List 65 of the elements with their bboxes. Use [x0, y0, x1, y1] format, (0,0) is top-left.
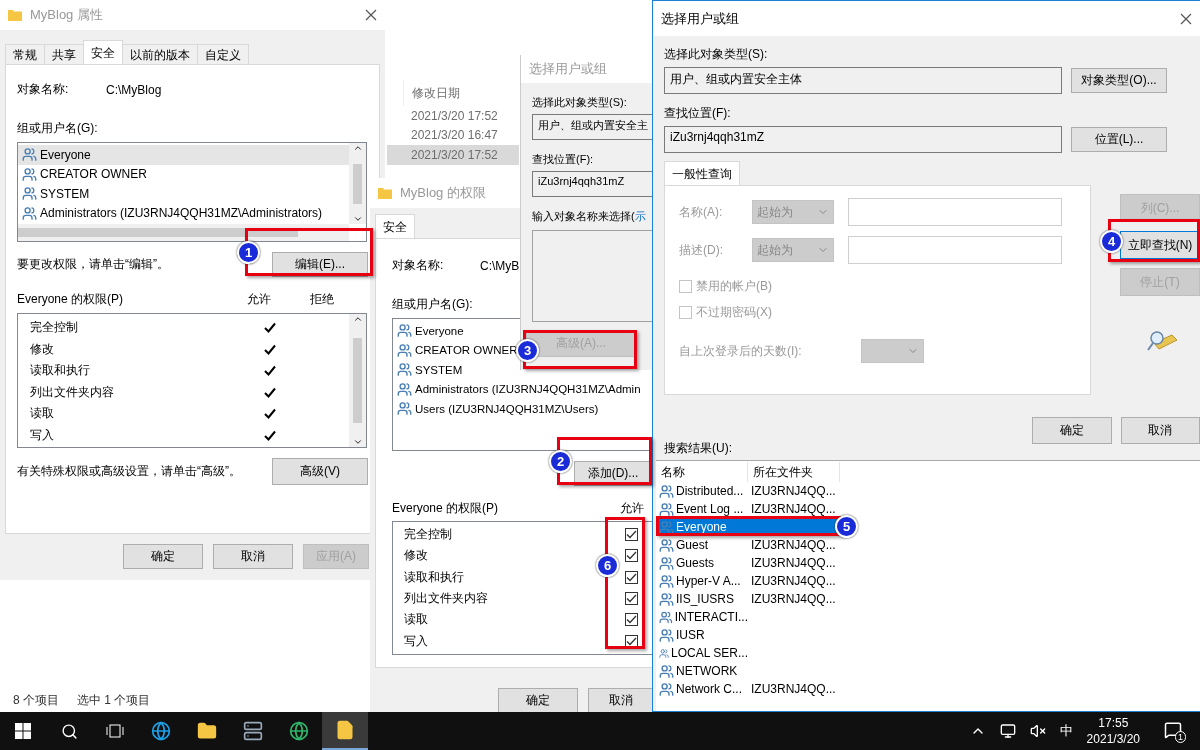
result-name: Everyone [656, 519, 748, 535]
hint-text: 有关特殊权限或高级设置，请单击“高级”。 [17, 463, 241, 480]
window-title: MyBlog 属性 [30, 6, 103, 24]
result-name: LOCAL SER... [656, 645, 748, 661]
label: 组或用户名(G): [392, 296, 473, 313]
permission-name: 写入 [30, 426, 54, 444]
label: 选择此对象类型(S): [664, 46, 769, 63]
result-folder: IZU3RNJ4QQ... [750, 574, 837, 588]
result-folder: IZU3RNJ4QQ... [750, 502, 837, 516]
column-header: 允许 [620, 500, 644, 517]
object-type-field: 用户、组或内置安全主体 [664, 67, 1062, 94]
window-title: 选择用户或组 [529, 60, 607, 78]
label: 对象名称: [17, 81, 70, 98]
permission-name: 修改 [30, 340, 54, 358]
label: 自上次登录后的天数(I): [679, 342, 803, 360]
label: 输入对象名称来选择( [532, 209, 635, 224]
checkbox-label: 不过期密码(X) [696, 304, 772, 321]
permission-name: 列出文件夹内容 [404, 590, 488, 608]
column-header: 拒绝 [310, 291, 334, 308]
window-title: MyBlog 的权限 [400, 184, 486, 202]
permission-name: 读取 [30, 405, 54, 423]
hint-text: 要更改权限，请单击“编辑”。 [17, 256, 169, 273]
result-name: Hyper-V A... [656, 573, 748, 589]
window-title: 选择用户或组 [661, 9, 739, 28]
result-name: NETWORK [656, 663, 748, 679]
label: 选择此对象类型(S): [532, 95, 628, 110]
status-text: 8 个项目 [13, 691, 59, 709]
result-name: Network C... [656, 681, 748, 697]
result-folder: IZU3RNJ4QQ... [750, 556, 837, 570]
result-folder: IZU3RNJ4QQ... [750, 592, 837, 606]
label: 描述(D): [679, 241, 724, 259]
result-name: Distributed... [656, 483, 748, 499]
result-folder: IZU3RNJ4QQ... [750, 538, 837, 552]
permission-name: 完全控制 [30, 319, 78, 337]
result-name: IUSR [656, 627, 748, 643]
label: 组或用户名(G): [17, 120, 98, 137]
permission-name: 读取和执行 [404, 568, 464, 586]
label: 查找位置(F): [664, 105, 732, 122]
object-type-field: 用户、组或内置安全主 [532, 114, 652, 140]
label: Everyone 的权限(P) [17, 291, 125, 308]
column-header: 允许 [247, 291, 272, 308]
location-field: iZu3rnj4qqh31mZ [664, 126, 1062, 153]
permission-name: 读取 [404, 611, 428, 629]
status-text: 选中 1 个项目 [77, 691, 151, 709]
object-name: C:\MyBlog [106, 82, 162, 97]
label: 搜索结果(U): [664, 440, 733, 457]
label: 对象名称: [392, 257, 445, 274]
location-field: iZu3rnj4qqh31mZ [532, 171, 652, 197]
label: 名称(A): [679, 203, 724, 221]
result-name: IIS_IUSRS [656, 591, 748, 607]
result-name: Guests [656, 555, 748, 571]
label: 查找位置(F): [532, 152, 595, 167]
result-folder: IZU3RNJ4QQ... [750, 682, 837, 696]
permission-name: 读取和执行 [30, 362, 90, 380]
result-folder: IZU3RNJ4QQ... [750, 484, 837, 498]
result-name: INTERACTI... [656, 609, 748, 625]
permission-name: 完全控制 [404, 526, 452, 544]
result-name: Guest [656, 537, 748, 553]
label: Everyone 的权限(P) [392, 500, 499, 517]
result-name: Event Log ... [656, 501, 748, 517]
permission-name: 列出文件夹内容 [30, 383, 114, 401]
checkbox-label: 禁用的帐户(B) [696, 278, 772, 295]
permission-name: 写入 [404, 632, 428, 650]
object-name: C:\MyB [480, 258, 520, 273]
permission-name: 修改 [404, 547, 428, 565]
